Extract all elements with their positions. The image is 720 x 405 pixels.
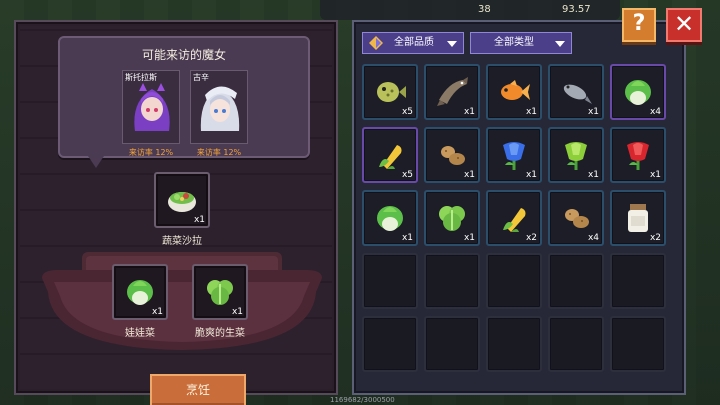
lettuce-icon [439,206,465,231]
ingredient-slot[interactable]: x1 娃娃菜 [112,264,168,339]
ingredient-qty: x1 [231,307,243,317]
inventory-grid: x5 x1 x1 x1 x4 x5 x1 x1 x1 x1 x1 x1 x2 x4 x2 [362,64,680,372]
result-qty: x1 [193,215,205,225]
hud-bar: 38 93.57 [320,0,620,20]
witch-card[interactable]: 斯托拉斯 来访率 12% [122,70,180,157]
purple-witch-portrait-icon [134,83,170,131]
milk-jar-icon [628,204,648,232]
item-qty: x1 [587,170,599,180]
inventory-empty-slot[interactable] [362,253,418,309]
chevron-down-icon [555,41,565,47]
inventory-item-slot[interactable]: x1 [424,127,480,183]
recipe-result-slot[interactable]: x1 蔬菜沙拉 [154,172,210,247]
item-qty: x1 [463,107,475,117]
close-button[interactable]: ✕ [666,8,702,42]
ingredient-name: 娃娃菜 [125,328,155,339]
inventory-empty-slot[interactable] [486,253,542,309]
potato-icon [441,146,465,165]
inventory-item-slot[interactable]: x1 [548,64,604,120]
inventory-item-slot[interactable]: x1 [424,190,480,246]
inventory-empty-slot[interactable] [362,316,418,372]
catfish-icon [437,77,468,106]
inventory-item-slot[interactable]: x4 [610,64,666,120]
hud-value-1: 38 [478,4,491,15]
inventory-empty-slot[interactable] [486,316,542,372]
pufferfish-icon [377,82,406,102]
inventory-item-slot[interactable]: x5 [362,127,418,183]
grey-fish-icon [563,84,592,104]
red-flower-icon [627,142,649,170]
item-qty: x1 [525,107,537,117]
lettuce-icon [207,280,233,305]
inventory-item-slot[interactable]: x1 [610,127,666,183]
item-qty: x1 [463,170,475,180]
quality-filter-dropdown[interactable]: 全部品质 [362,32,464,54]
inventory-item-slot[interactable]: x1 [548,127,604,183]
visitor-title: 可能来访的魔女 [141,48,226,62]
item-qty: x1 [401,233,413,243]
inventory-item-slot[interactable]: x1 [362,190,418,246]
inventory-item-slot[interactable]: x1 [486,64,542,120]
green-flower-icon [565,142,587,170]
item-qty: x2 [525,233,537,243]
white-witch-portrait-icon [200,86,240,131]
inventory-empty-slot[interactable] [610,316,666,372]
witch-rate: 来访率 12% [196,148,242,157]
cabbage-icon [625,80,651,105]
quality-filter-label: 全部品质 [394,37,434,48]
cooking-panel: 可能来访的魔女 斯托拉斯 来访率 12% 古辛 来访率 12% x1 蔬菜沙拉 … [14,20,338,405]
witch-card[interactable]: 古辛 来访率 12% [190,70,248,157]
inventory-item-slot[interactable]: x5 [362,64,418,120]
inventory-empty-slot[interactable] [548,316,604,372]
ingredient-qty: x1 [151,307,163,317]
cook-button[interactable]: 烹饪 [150,374,246,405]
item-qty: x1 [463,233,475,243]
inventory-item-slot[interactable]: x4 [548,190,604,246]
corn-icon [503,208,526,232]
chevron-down-icon [447,41,457,47]
ingredient-name: 脆爽的生菜 [195,328,245,339]
item-qty: x5 [401,170,413,180]
result-name: 蔬菜沙拉 [162,236,202,247]
item-qty: x1 [525,170,537,180]
witch-rate: 来访率 12% [128,148,174,157]
blue-flower-icon [503,142,525,170]
type-filter-dropdown[interactable]: 全部类型 [470,32,572,54]
help-button[interactable]: ? [622,8,656,42]
inventory-empty-slot[interactable] [610,253,666,309]
inventory-item-slot[interactable]: x1 [424,64,480,120]
inventory-item-slot[interactable]: x1 [486,127,542,183]
inventory-empty-slot[interactable] [424,316,480,372]
cabbage-icon [377,206,403,231]
footer-counter: 1169682/3000500 [330,396,395,404]
inventory-item-slot[interactable]: x2 [610,190,666,246]
visitor-bubble: 可能来访的魔女 斯托拉斯 来访率 12% 古辛 来访率 12% [58,36,310,168]
corn-icon [379,145,402,169]
inventory-empty-slot[interactable] [424,253,480,309]
salad-bowl-icon [168,192,196,212]
baby-cabbage-icon [127,280,153,305]
inventory-item-slot[interactable]: x2 [486,190,542,246]
item-qty: x1 [587,107,599,117]
inventory-empty-slot[interactable] [548,253,604,309]
item-qty: x5 [401,107,413,117]
item-qty: x2 [649,233,661,243]
hud-value-2: 93.57 [562,4,591,15]
goldfish-icon [501,80,530,100]
item-qty: x1 [649,170,661,180]
inventory-panel: 全部品质 全部类型 x5 x1 x1 x1 x4 x5 x1 x1 x1 x1 x1 x1 x2 x4 x2 [352,20,686,395]
potato-icon [565,209,589,228]
ingredient-slot[interactable]: x1 脆爽的生菜 [192,264,248,339]
item-qty: x4 [649,107,661,117]
item-qty: x4 [587,233,599,243]
type-filter-label: 全部类型 [494,37,534,48]
